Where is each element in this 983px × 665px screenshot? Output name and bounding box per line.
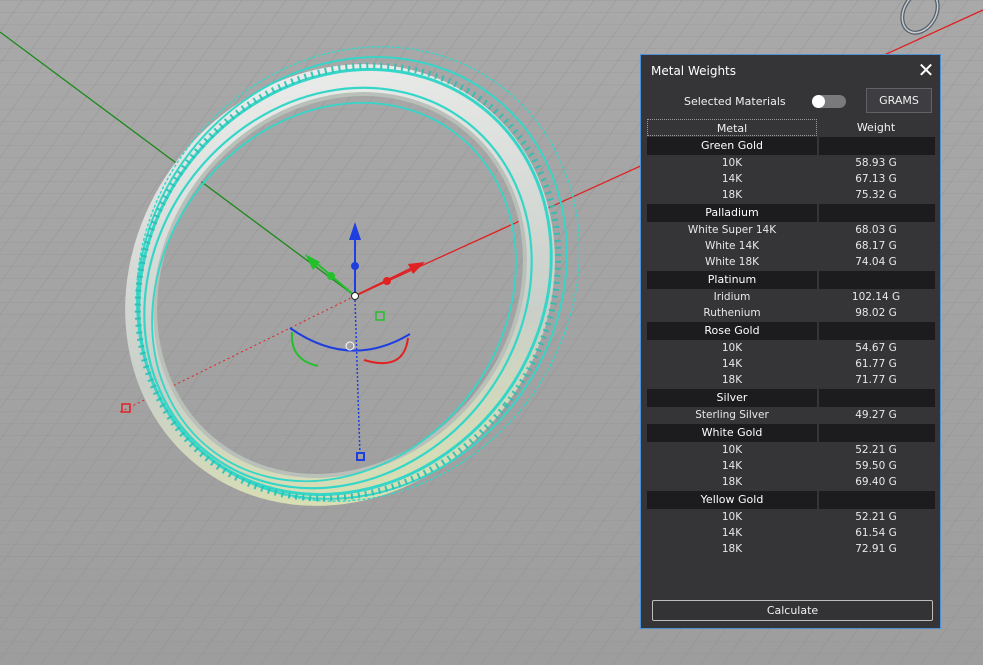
table-row[interactable]: 14K 61.54 G	[647, 525, 935, 541]
table-row[interactable]: White 18K 74.04 G	[647, 254, 935, 270]
units-button[interactable]: GRAMS	[866, 88, 932, 113]
table-row[interactable]: 14K 61.77 G	[647, 356, 935, 372]
metal-group-weight-cell	[819, 491, 935, 509]
toggle-knob	[812, 95, 825, 108]
metal-name-cell: 18K	[721, 374, 743, 386]
column-header-weight[interactable]: Weight	[817, 119, 935, 136]
weight-value-cell: 102.14 G	[851, 291, 901, 303]
metal-name-cell: 10K	[721, 511, 743, 523]
metal-name-cell: 18K	[721, 543, 743, 555]
table-row[interactable]: 14K 59.50 G	[647, 458, 935, 474]
weight-value-cell: 49.27 G	[855, 409, 897, 421]
table-row[interactable]: 14K 67.13 G	[647, 171, 935, 187]
metal-name-cell: Ruthenium	[703, 307, 761, 319]
metal-group-weight-cell	[819, 389, 935, 407]
metal-group-name: Palladium	[647, 204, 817, 222]
metal-name-cell: 14K	[721, 460, 743, 472]
weight-value-cell: 98.02 G	[855, 307, 897, 319]
table-row[interactable]: 10K 52.21 G	[647, 442, 935, 458]
close-icon[interactable]: ✕	[916, 58, 936, 82]
metal-name-cell: 14K	[721, 173, 743, 185]
selected-materials-label: Selected Materials	[684, 95, 786, 108]
metal-name-cell: 14K	[721, 358, 743, 370]
weight-value-cell: 67.13 G	[855, 173, 897, 185]
weight-value-cell: 69.40 G	[855, 476, 897, 488]
table-row[interactable]: 18K 75.32 G	[647, 187, 935, 203]
weight-value-cell: 52.21 G	[855, 444, 897, 456]
weight-value-cell: 61.54 G	[855, 527, 897, 539]
metal-group-header: Yellow Gold	[647, 491, 935, 509]
table-row[interactable]: 10K 52.21 G	[647, 509, 935, 525]
metal-group-weight-cell	[819, 322, 935, 340]
metal-group-name: Yellow Gold	[647, 491, 817, 509]
calculate-button[interactable]: Calculate	[652, 600, 933, 621]
metal-group-name: White Gold	[647, 424, 817, 442]
table-row[interactable]: 18K 69.40 G	[647, 474, 935, 490]
weight-value-cell: 54.67 G	[855, 342, 897, 354]
metal-group-header: Palladium	[647, 204, 935, 222]
metal-group-name: Platinum	[647, 271, 817, 289]
selected-materials-toggle[interactable]	[812, 95, 846, 108]
metal-group-name: Green Gold	[647, 137, 817, 155]
metal-name-cell: 10K	[721, 444, 743, 456]
metal-name-cell: White 14K	[704, 240, 760, 252]
table-row[interactable]: 10K 54.67 G	[647, 340, 935, 356]
metal-group-header: White Gold	[647, 424, 935, 442]
metal-group-weight-cell	[819, 204, 935, 222]
weight-value-cell: 58.93 G	[855, 157, 897, 169]
metal-name-cell: 18K	[721, 476, 743, 488]
metal-weights-table: Metal Weight Green Gold 10K 58.93 G 14K 67.1…	[647, 119, 935, 557]
weight-value-cell: 61.77 G	[855, 358, 897, 370]
table-row[interactable]: 18K 71.77 G	[647, 372, 935, 388]
table-header: Metal Weight	[647, 119, 935, 136]
weight-value-cell: 72.91 G	[855, 543, 897, 555]
metal-name-cell: 14K	[721, 527, 743, 539]
metal-name-cell: Iridium	[713, 291, 751, 303]
metal-name-cell: Sterling Silver	[695, 409, 769, 421]
weight-value-cell: 52.21 G	[855, 511, 897, 523]
table-row[interactable]: Iridium 102.14 G	[647, 289, 935, 305]
weight-value-cell: 59.50 G	[855, 460, 897, 472]
metal-group-header: Platinum	[647, 271, 935, 289]
metal-name-cell: 18K	[721, 189, 743, 201]
panel-title: Metal Weights	[651, 64, 737, 78]
metal-weights-panel: Metal Weights ✕ Selected Materials GRAMS…	[640, 54, 941, 629]
table-row[interactable]: 18K 72.91 G	[647, 541, 935, 557]
metal-name-cell: 10K	[721, 157, 743, 169]
table-row[interactable]: White Super 14K 68.03 G	[647, 222, 935, 238]
metal-group-header: Green Gold	[647, 137, 935, 155]
metal-name-cell: White Super 14K	[687, 224, 777, 236]
weight-value-cell: 68.17 G	[855, 240, 897, 252]
metal-group-header: Silver	[647, 389, 935, 407]
metal-group-name: Silver	[647, 389, 817, 407]
metal-group-weight-cell	[819, 424, 935, 442]
weight-value-cell: 74.04 G	[855, 256, 897, 268]
weight-value-cell: 71.77 G	[855, 374, 897, 386]
table-row[interactable]: Ruthenium 98.02 G	[647, 305, 935, 321]
metal-name-cell: White 18K	[704, 256, 760, 268]
table-row[interactable]: 10K 58.93 G	[647, 155, 935, 171]
metal-group-name: Rose Gold	[647, 322, 817, 340]
column-header-metal[interactable]: Metal	[647, 119, 817, 136]
weight-value-cell: 68.03 G	[855, 224, 897, 236]
metal-group-weight-cell	[819, 271, 935, 289]
metal-group-weight-cell	[819, 137, 935, 155]
metal-name-cell: 10K	[721, 342, 743, 354]
metal-group-header: Rose Gold	[647, 322, 935, 340]
weight-value-cell: 75.32 G	[855, 189, 897, 201]
table-row[interactable]: White 14K 68.17 G	[647, 238, 935, 254]
table-row[interactable]: Sterling Silver 49.27 G	[647, 407, 935, 423]
table-body: Green Gold 10K 58.93 G 14K 67.13 G 18K 75.32 G…	[647, 137, 935, 557]
